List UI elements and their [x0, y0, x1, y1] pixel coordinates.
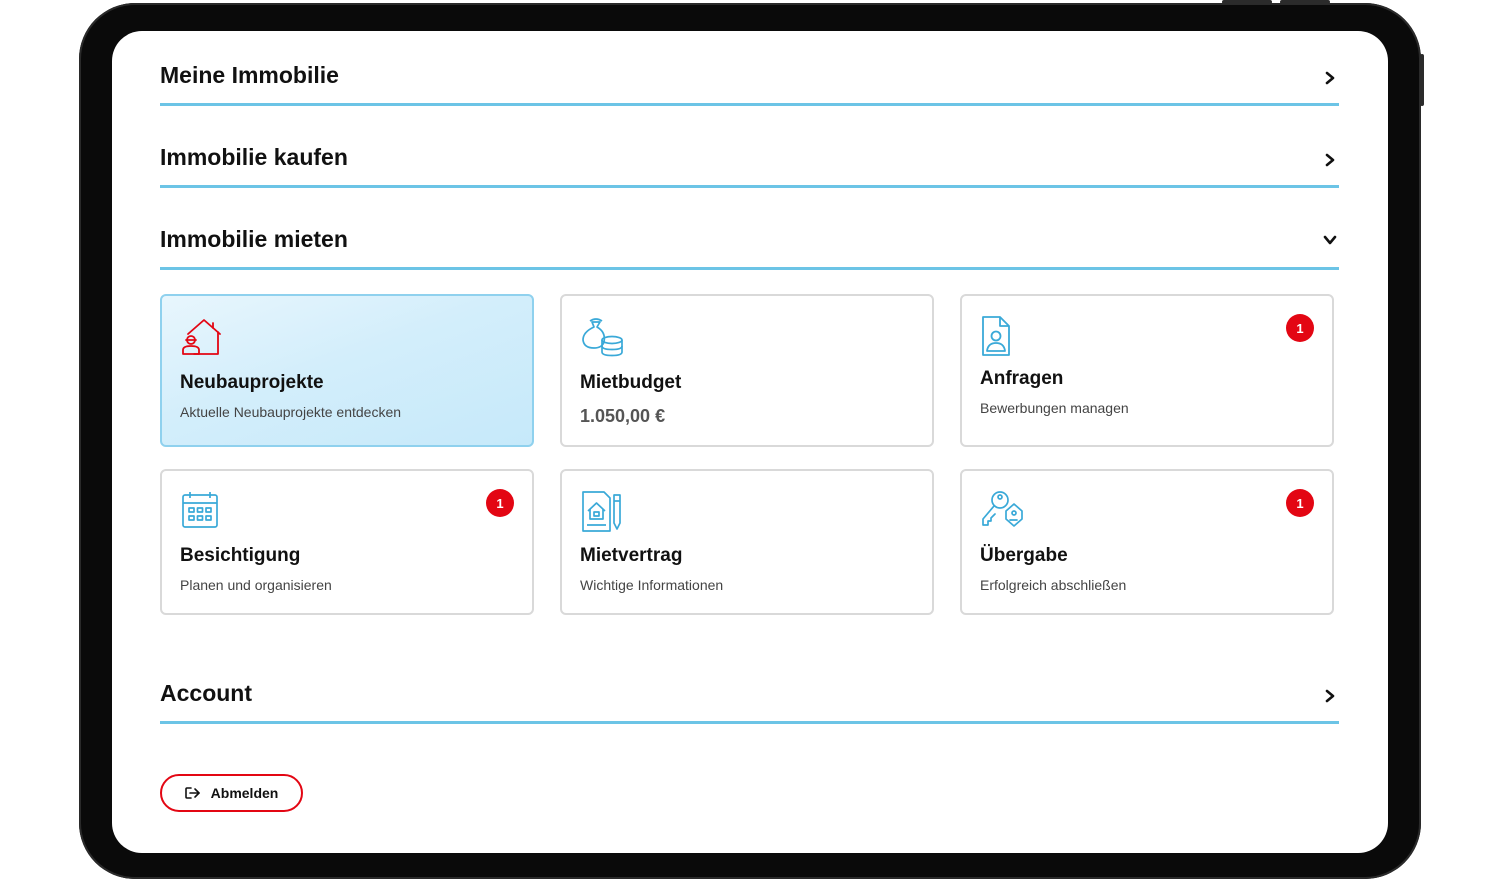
tablet-top-button [1280, 0, 1330, 4]
contract-pen-icon [582, 491, 621, 532]
logout-label: Abmelden [210, 785, 279, 801]
section-title: Immobilie mieten [160, 226, 348, 252]
card-besichtigung[interactable]: 1 Besichtigung Planen und organisieren [160, 469, 534, 615]
card-subtitle: Erfolgreich abschließen [980, 577, 1127, 593]
logout-icon [184, 787, 200, 799]
card-subtitle: Bewerbungen managen [980, 400, 1129, 416]
card-title: Mietvertrag [580, 545, 683, 566]
card-title: Besichtigung [180, 545, 301, 566]
card-anfragen[interactable]: 1 Anfragen Bewerbungen managen [960, 294, 1334, 447]
card-title: Übergabe [980, 545, 1068, 566]
chevron-right-icon [1325, 71, 1335, 85]
calendar-icon [182, 492, 218, 528]
card-title: Mietbudget [580, 372, 682, 393]
notification-badge: 1 [486, 489, 514, 517]
budget-value: 1.050,00 € [580, 406, 666, 426]
screen: Meine Immobilie Immobilie kaufen Immobil… [112, 31, 1388, 853]
section-immobilie-mieten[interactable]: Immobilie mieten [160, 195, 1339, 270]
card-uebergabe[interactable]: 1 Übergabe Erfolgreich abschließen [960, 469, 1334, 615]
section-title: Immobilie kaufen [160, 144, 348, 170]
section-meine-immobilie[interactable]: Meine Immobilie [160, 31, 1339, 106]
card-title: Anfragen [980, 368, 1064, 389]
document-person-icon [982, 316, 1010, 356]
money-coins-icon [582, 318, 623, 357]
house-builder-icon [182, 319, 221, 355]
section-title: Meine Immobilie [160, 62, 339, 88]
card-mietvertrag[interactable]: Mietvertrag Wichtige Informationen [560, 469, 934, 615]
card-mietbudget[interactable]: Mietbudget 1.050,00 € [560, 294, 934, 447]
card-subtitle: Wichtige Informationen [580, 577, 724, 593]
section-immobilie-kaufen[interactable]: Immobilie kaufen [160, 113, 1339, 188]
keys-icon [982, 491, 1023, 527]
notification-badge: 1 [1286, 489, 1314, 517]
card-neubauprojekte[interactable]: Neubauprojekte Aktuelle Neubauprojekte e… [160, 294, 534, 447]
chevron-right-icon [1325, 689, 1335, 703]
card-subtitle: Aktuelle Neubauprojekte entdecken [180, 404, 402, 420]
card-subtitle: Planen und organisieren [180, 577, 332, 593]
tablet-top-button [1222, 0, 1272, 4]
card-title: Neubauprojekte [180, 372, 324, 393]
chevron-down-icon [1323, 235, 1337, 245]
chevron-right-icon [1325, 153, 1335, 167]
notification-badge: 1 [1286, 314, 1314, 342]
tablet-side-button [1420, 54, 1424, 106]
section-account[interactable]: Account [160, 649, 1339, 724]
logout-button[interactable]: Abmelden [160, 774, 303, 812]
section-title: Account [160, 680, 252, 706]
